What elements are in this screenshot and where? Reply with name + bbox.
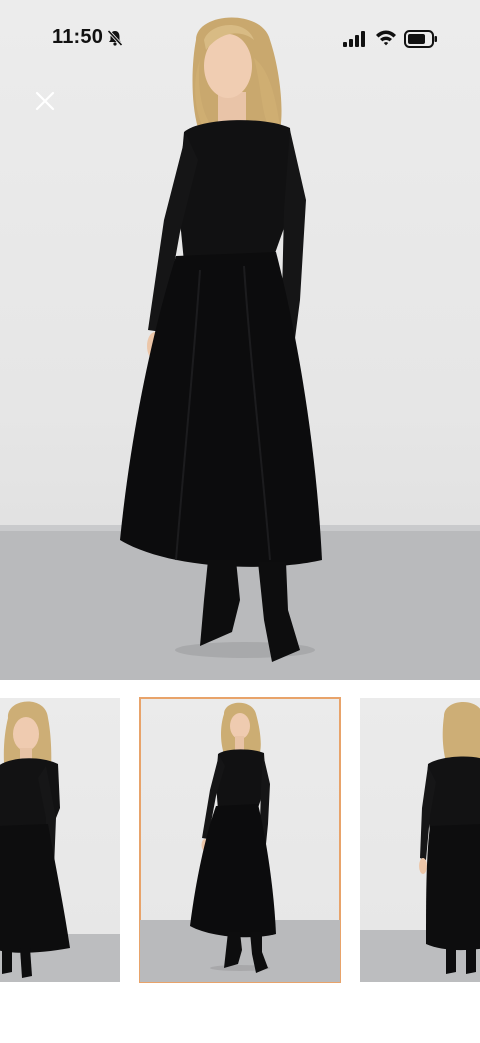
status-time: 11:50 [52, 26, 104, 48]
battery-icon [404, 30, 438, 48]
bell-slash-icon [106, 29, 124, 47]
signal-icon [343, 31, 367, 47]
main-photo-illustration [0, 17, 480, 680]
close-icon [35, 91, 55, 111]
thumbnail-2-selected[interactable] [139, 697, 341, 983]
thumbnail-3-illustration [360, 702, 480, 982]
thumbnail-2-illustration [140, 702, 340, 982]
thumbnail-1-illustration [0, 701, 120, 982]
product-image-viewer: 11:50 [0, 0, 480, 1043]
thumbnail-1[interactable] [0, 698, 120, 982]
status-bar: 11:50 [0, 0, 480, 78]
main-product-photo[interactable]: 11:50 [0, 0, 480, 680]
thumbnail-strip [0, 680, 480, 1043]
thumbnail-3[interactable] [360, 698, 480, 982]
close-button[interactable] [30, 86, 60, 116]
wifi-icon [375, 29, 397, 47]
